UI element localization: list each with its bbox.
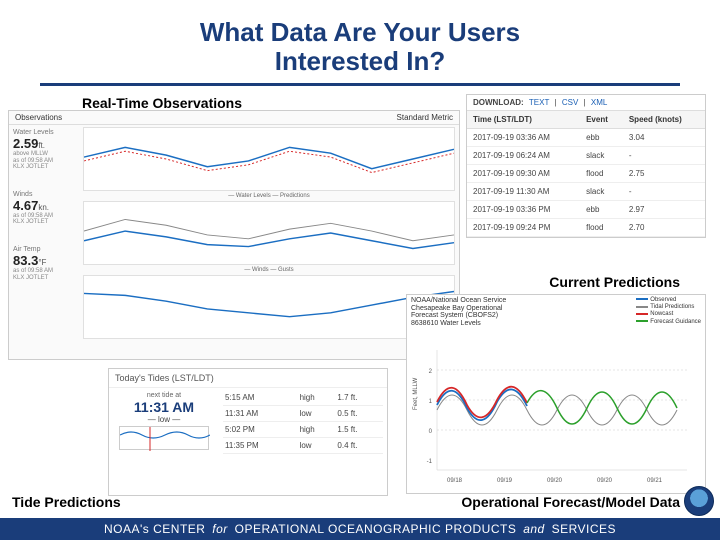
predictions-table: Time (LST/LDT) Event Speed (knots) 2017-… (467, 111, 705, 237)
real-time-observations-panel: Observations Standard Metric Water Level… (8, 110, 460, 360)
ofs-forecast-panel: NOAA/National Ocean Service Chesapeake B… (406, 294, 706, 494)
chart-winds (83, 201, 455, 265)
list-item: 11:35 PMlow0.4 ft. (223, 438, 383, 454)
svg-text:09/20: 09/20 (597, 478, 613, 484)
label-current-predictions: Current Predictions (549, 274, 680, 290)
ofs-legend: Observed Tidal Predictions Nowcast Forec… (636, 297, 701, 326)
current-predictions-panel: DOWNLOAD: TEXT | CSV | XML Time (LST/LDT… (466, 94, 706, 238)
noaa-logo-icon (684, 486, 714, 516)
svg-text:Feet, MLLW: Feet, MLLW (413, 377, 419, 410)
table-row: 2017-09-19 03:36 AMebb3.04 (467, 129, 705, 147)
tides-panel: Today's Tides (LST/LDT) next tide at 11:… (108, 368, 388, 496)
next-tide-type: — low — (113, 415, 215, 424)
svg-text:1: 1 (429, 399, 433, 405)
col-speed: Speed (knots) (623, 111, 705, 129)
next-tide-time: 11:31 AM (113, 399, 215, 415)
table-row: 2017-09-19 09:30 AMflood2.75 (467, 165, 705, 183)
svg-text:-1: -1 (427, 459, 433, 465)
chart-water-levels-legend: — Water Levels — Predictions (83, 193, 455, 199)
slide-title: What Data Are Your Users Interested In? (0, 0, 720, 75)
tides-header: Today's Tides (LST/LDT) (109, 369, 387, 388)
footer-bar: NOAA's CENTER for OPERATIONAL OCEANOGRAP… (0, 518, 720, 540)
col-time: Time (LST/LDT) (467, 111, 580, 129)
list-item: 5:15 AMhigh1.7 ft. (223, 390, 383, 406)
label-tide-predictions: Tide Predictions (12, 494, 121, 510)
svg-text:2: 2 (429, 369, 433, 375)
next-tide-label: next tide at (113, 392, 215, 399)
metrics-sidebar: Water Levels 2.59ft. above MLLW as of 09… (9, 125, 79, 347)
svg-text:09/18: 09/18 (447, 478, 463, 484)
svg-text:0: 0 (429, 429, 433, 435)
ofs-chart: Feet, MLLW 2 1 0 -1 09/18 09/19 09/20 09… (407, 330, 697, 500)
chart-winds-legend: — Winds — Gusts (83, 267, 455, 273)
label-real-time-obs: Real-Time Observations (82, 95, 242, 111)
svg-text:09/20: 09/20 (547, 478, 563, 484)
metric-water-levels: Water Levels 2.59ft. above MLLW as of 09… (13, 129, 75, 171)
chart-air-temp (83, 275, 455, 339)
unit-toggle[interactable]: Standard Metric (397, 113, 453, 122)
tides-list: 5:15 AMhigh1.7 ft. 11:31 AMlow0.5 ft. 5:… (219, 388, 387, 456)
download-xml-link[interactable]: XML (591, 98, 607, 107)
download-text-link[interactable]: TEXT (529, 98, 549, 107)
table-row: 2017-09-19 11:30 AMslack- (467, 183, 705, 201)
table-row: 2017-09-19 09:24 PMflood2.70 (467, 219, 705, 237)
tide-sparkline (119, 426, 209, 450)
table-row: 2017-09-19 06:24 AMslack- (467, 147, 705, 165)
download-label: DOWNLOAD: (473, 98, 524, 107)
download-csv-link[interactable]: CSV (562, 98, 578, 107)
observations-title: Observations (15, 113, 62, 122)
chart-water-levels (83, 127, 455, 191)
table-row: 2017-09-19 03:36 PMebb2.97 (467, 201, 705, 219)
col-event: Event (580, 111, 623, 129)
svg-text:09/19: 09/19 (497, 478, 513, 484)
metric-winds: Winds 4.67kn. as of 09:58 AM KLX JOTLET (13, 191, 75, 226)
list-item: 11:31 AMlow0.5 ft. (223, 406, 383, 422)
metric-air-temp: Air Temp 83.3°F as of 09:58 AM KLX JOTLE… (13, 246, 75, 281)
svg-text:09/21: 09/21 (647, 478, 663, 484)
title-underline (40, 83, 680, 86)
list-item: 5:02 PMhigh1.5 ft. (223, 422, 383, 438)
